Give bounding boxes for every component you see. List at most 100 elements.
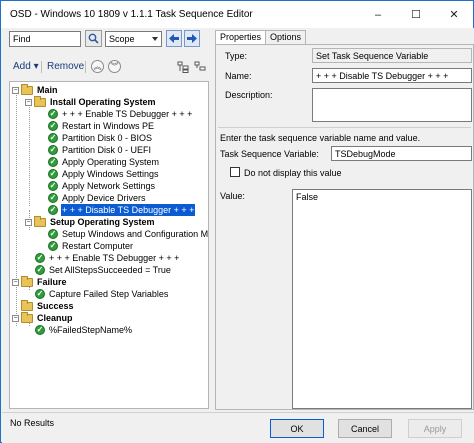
tree-connector [16, 90, 17, 326]
tree-item[interactable]: ✓ Setup Windows and Configuration Man [48, 228, 209, 240]
section-divider [218, 127, 471, 128]
tree-item-label: Failure [37, 277, 67, 287]
tree-item-label: %FailedStepName% [49, 325, 133, 335]
checkmark-icon: ✓ [35, 289, 45, 299]
search-icon [88, 33, 99, 44]
tree-connector [29, 102, 30, 206]
checkmark-icon: ✓ [48, 157, 58, 167]
tree-item[interactable]: ✓ %FailedStepName% [35, 324, 133, 336]
checkmark-icon: ✓ [48, 205, 58, 215]
name-field[interactable]: + + + Disable TS Debugger + + + [312, 68, 472, 83]
move-down-button[interactable]: ︾ [108, 60, 121, 73]
tree-item-label: Apply Windows Settings [62, 169, 159, 179]
scope-selected: Scope [109, 34, 135, 44]
apply-button[interactable]: Apply [408, 419, 462, 438]
add-menu-button[interactable]: Add ▾ [13, 61, 39, 72]
find-previous-button[interactable] [166, 30, 182, 47]
tree-item[interactable]: ✓ Partition Disk 0 - UEFI [48, 144, 152, 156]
tab-properties[interactable]: Properties [215, 30, 267, 45]
cancel-button[interactable]: Cancel [338, 419, 392, 438]
do-not-display-checkbox[interactable] [230, 167, 240, 177]
tab-options[interactable]: Options [265, 30, 307, 44]
left-pane: Find Scope Add ▾ Remove ︽ ︾ − Main − Ins… [2, 28, 211, 412]
checkmark-icon: ✓ [48, 181, 58, 191]
tree-group-failure[interactable]: − Failure [12, 275, 68, 288]
tree-item[interactable]: ✓ Partition Disk 0 - BIOS [48, 132, 153, 144]
folder-icon [34, 215, 46, 227]
collapse-toggle[interactable]: − [25, 218, 32, 226]
tree-toolbar: Add ▾ Remove ︽ ︾ [2, 58, 211, 76]
tree-group-install-os[interactable]: − Install Operating System [25, 95, 157, 108]
checkmark-icon: ✓ [48, 121, 58, 131]
value-label: Value: [220, 191, 245, 201]
tree-item-label: + + + Disable TS Debugger + + + [61, 204, 196, 216]
variable-label: Task Sequence Variable: [220, 149, 319, 159]
variable-field[interactable]: TSDebugMode [331, 146, 472, 161]
checkmark-icon: ✓ [48, 145, 58, 155]
collapse-toggle[interactable]: − [12, 278, 19, 286]
type-value: Set Task Sequence Variable [312, 48, 472, 63]
tree-group-cleanup[interactable]: − Cleanup [12, 311, 74, 324]
tree-item[interactable]: ✓ + + + Enable TS Debugger + + + [35, 252, 180, 264]
search-input[interactable]: Find [9, 31, 81, 47]
tree-item[interactable]: ✓ Restart Computer [48, 240, 134, 252]
status-text: No Results [10, 418, 55, 428]
arrow-right-icon [187, 34, 197, 43]
tree-item[interactable]: ✓ Apply Device Drivers [48, 192, 147, 204]
do-not-display-label: Do not display this value [244, 168, 342, 178]
tree-group-main[interactable]: − Main [12, 83, 59, 96]
ok-button[interactable]: OK [270, 419, 324, 438]
tab-bar: Properties Options [215, 30, 307, 45]
tree-item-label: Main [37, 85, 58, 95]
tree-item-label: Setup Windows and Configuration Man [62, 229, 209, 239]
tree-item-label: Restart in Windows PE [62, 121, 155, 131]
description-field[interactable] [312, 88, 472, 122]
collapse-tree-icon [194, 61, 205, 70]
minimize-button[interactable]: – [359, 1, 397, 28]
tree-item-label: Apply Network Settings [62, 181, 156, 191]
collapse-toggle[interactable]: − [25, 98, 32, 106]
tree-item-label: + + + Enable TS Debugger + + + [49, 253, 180, 263]
description-label: Description: [225, 90, 273, 100]
checkmark-icon: ✓ [48, 169, 58, 179]
checkmark-icon: ✓ [48, 193, 58, 203]
search-button[interactable] [85, 30, 102, 47]
properties-panel: Type: Set Task Sequence Variable Name: +… [215, 44, 474, 410]
tree-group-setup-os[interactable]: − Setup Operating System [25, 215, 156, 228]
checkmark-icon: ✓ [48, 241, 58, 251]
tree-item[interactable]: ✓ Apply Network Settings [48, 180, 156, 192]
properties-pane: Properties Options Type: Set Task Sequen… [212, 28, 474, 412]
close-button[interactable]: ✕ [435, 1, 473, 28]
find-next-button[interactable] [184, 30, 200, 47]
tree-item-label: Capture Failed Step Variables [49, 289, 169, 299]
tree-item-label: Cleanup [37, 313, 73, 323]
move-up-button[interactable]: ︽ [91, 60, 104, 73]
checkmark-icon: ✓ [35, 265, 45, 275]
task-sequence-tree[interactable]: − Main − Install Operating System ✓ + + … [9, 81, 209, 409]
tree-item[interactable]: ✓ Apply Windows Settings [48, 168, 160, 180]
tree-item[interactable]: ✓ Apply Operating System [48, 156, 160, 168]
collapse-toggle[interactable]: − [12, 314, 19, 322]
value-field[interactable]: False [292, 189, 472, 409]
collapse-all-button[interactable] [193, 60, 206, 73]
window-title: OSD - Windows 10 1809 v 1.1.1 Task Seque… [10, 9, 253, 20]
tree-item[interactable]: ✓ Restart in Windows PE [48, 120, 155, 132]
tree-group-success[interactable]: Success [21, 299, 75, 312]
remove-button[interactable]: Remove [47, 61, 84, 72]
folder-icon [21, 299, 33, 311]
expand-all-button[interactable] [176, 60, 189, 73]
scope-dropdown[interactable]: Scope [105, 31, 162, 47]
tree-item[interactable]: ✓ Set AllStepsSucceeded = True [35, 264, 172, 276]
tree-item[interactable]: ✓ Capture Failed Step Variables [35, 288, 169, 300]
tree-item-selected[interactable]: ✓ + + + Disable TS Debugger + + + [48, 204, 196, 216]
type-label: Type: [225, 51, 248, 61]
title-bar[interactable]: OSD - Windows 10 1809 v 1.1.1 Task Seque… [1, 1, 473, 28]
tree-item-label: Partition Disk 0 - UEFI [62, 145, 152, 155]
folder-icon [21, 83, 33, 95]
tree-item[interactable]: ✓ + + + Enable TS Debugger + + + [48, 108, 193, 120]
chevron-down-double-icon: ︾ [110, 62, 119, 71]
tree-item-label: Partition Disk 0 - BIOS [62, 133, 153, 143]
maximize-button[interactable]: ☐ [397, 1, 435, 28]
folder-icon [21, 275, 33, 287]
collapse-toggle[interactable]: − [12, 86, 19, 94]
